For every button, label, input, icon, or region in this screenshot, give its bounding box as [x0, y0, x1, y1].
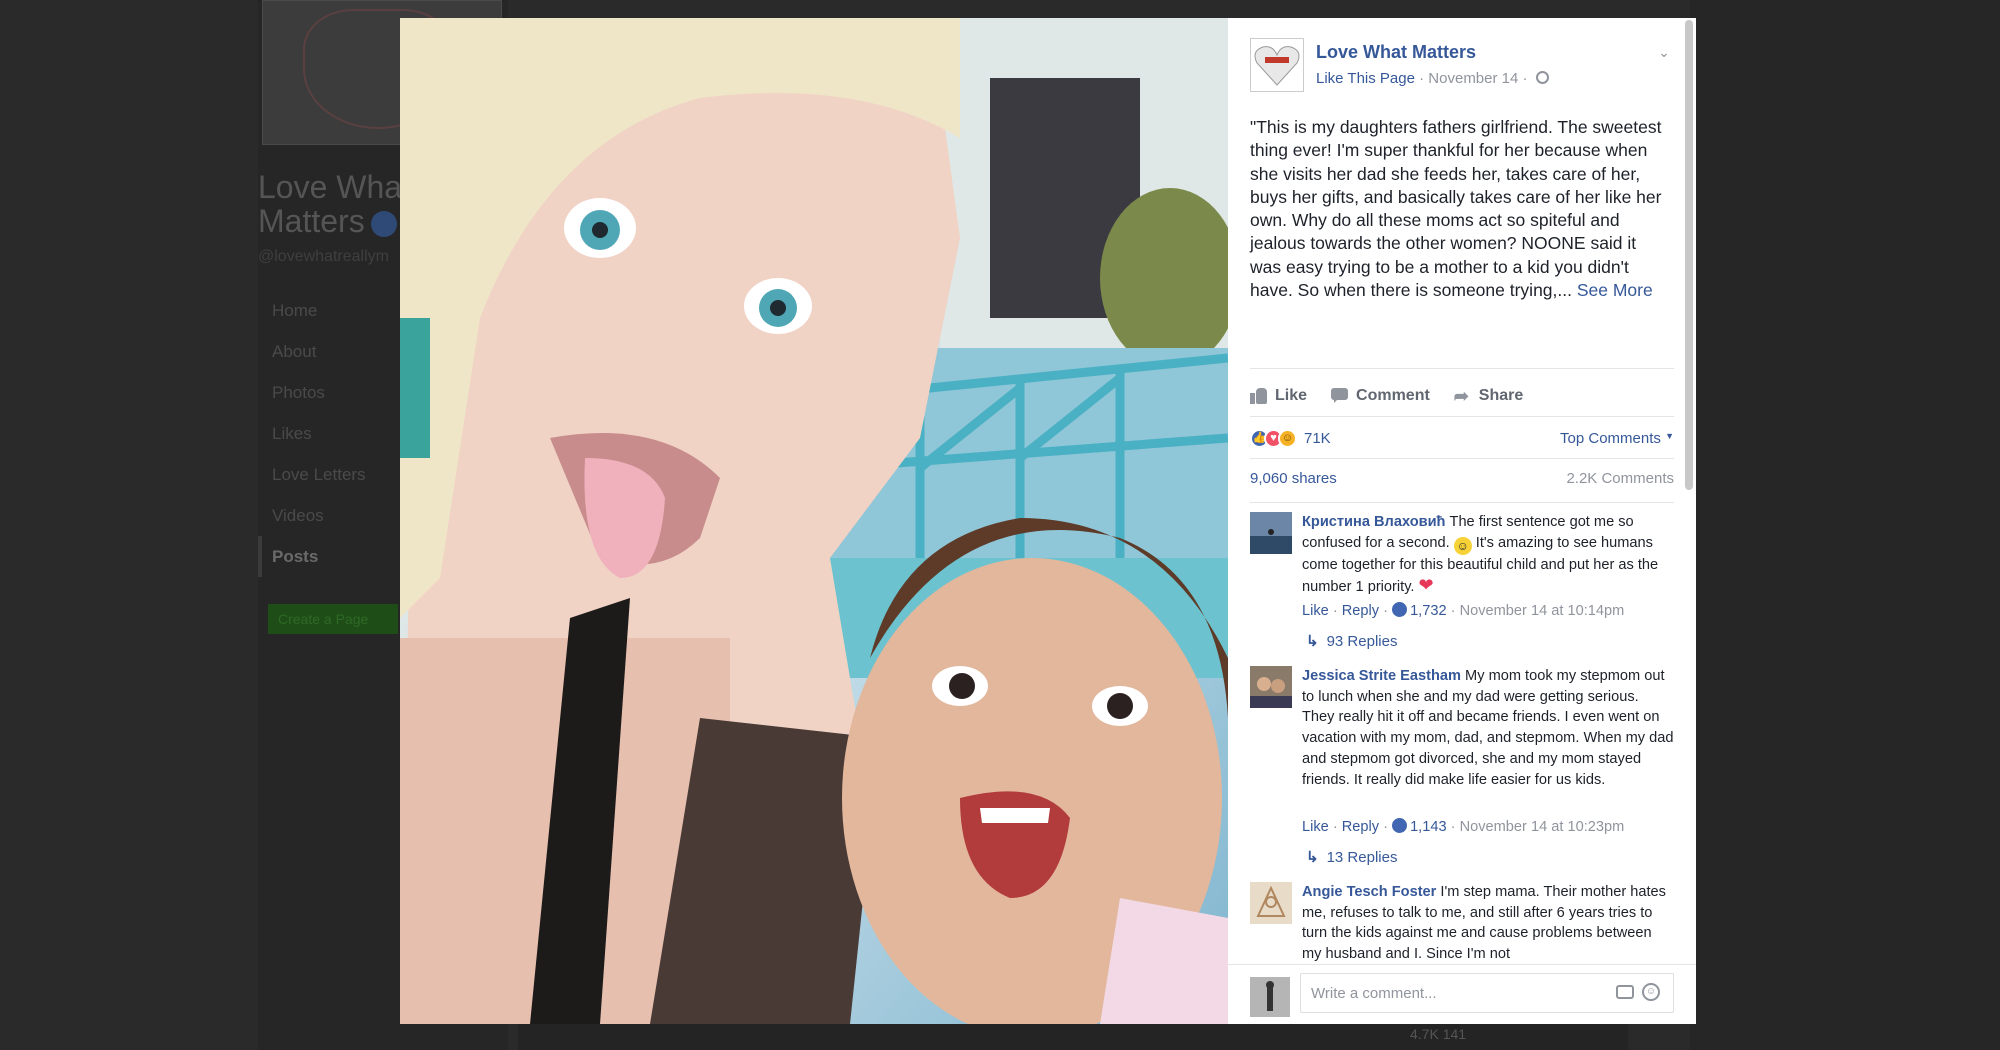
comment-body: Кристина Влаховић The first sentence got… [1302, 512, 1674, 598]
comment-like-count[interactable]: 1,143 [1410, 819, 1447, 835]
top-comments-label: Top Comments [1560, 430, 1661, 447]
comment-like-count[interactable]: 1,732 [1410, 603, 1447, 619]
comment-timestamp[interactable]: November 14 at 10:23pm [1460, 819, 1625, 835]
view-replies-link[interactable]: ↳ 13 Replies [1302, 848, 1397, 866]
comment-label: Comment [1356, 387, 1430, 404]
nav-item-likes[interactable]: Likes [258, 413, 398, 454]
avatar [1250, 977, 1290, 1017]
shares-comments-row: 9,060 shares 2.2K Comments [1250, 470, 1674, 494]
post-body: "This is my daughters fathers girlfriend… [1250, 117, 1662, 301]
meta-separator-2: · [1522, 70, 1532, 87]
background-handle: @lovewhatreallym [258, 248, 389, 265]
avatar[interactable] [1250, 882, 1292, 924]
comment-text: My mom took my stepmom out to lunch when… [1302, 668, 1674, 788]
replies-count: 93 Replies [1326, 633, 1398, 650]
reply-arrow-icon: ↳ [1306, 633, 1319, 650]
globe-icon [1535, 71, 1549, 84]
post-date[interactable]: November 14 [1428, 70, 1518, 87]
replies-count: 13 Replies [1326, 849, 1398, 866]
nav-item-posts[interactable]: Posts [258, 536, 398, 577]
post-photo[interactable] [400, 18, 1228, 1024]
comment-icon [1331, 388, 1349, 404]
page-name-link[interactable]: Love What Matters [1316, 42, 1476, 63]
nav-item-home[interactable]: Home [258, 290, 398, 331]
nav-item-about[interactable]: About [258, 331, 398, 372]
comment-item: Angie Tesch Foster I'm step mama. Their … [1250, 882, 1674, 964]
like-page-link[interactable]: Like This Page [1316, 70, 1415, 87]
comment-meta: Like · Reply · 1,732 · November 14 at 10… [1302, 602, 1625, 619]
heart-emoji-icon: ❤ [1418, 575, 1434, 596]
share-arrow-icon: ➦ [1453, 386, 1469, 406]
comment-like-link[interactable]: Like [1302, 603, 1329, 619]
view-replies-link[interactable]: ↳ 93 Replies [1302, 632, 1397, 650]
share-label: Share [1478, 387, 1524, 404]
comment-meta: Like · Reply · 1,143 · November 14 at 10… [1302, 818, 1625, 835]
divider [1250, 458, 1674, 459]
avatar[interactable] [1250, 512, 1292, 554]
commenter-name-link[interactable]: Jessica Strite Eastham [1302, 668, 1461, 684]
comment-button[interactable]: Comment [1331, 387, 1430, 405]
thumbs-up-icon [1250, 388, 1268, 404]
post-meta: Like This Page · November 14 · [1316, 70, 1549, 87]
like-label: Like [1275, 387, 1308, 404]
reply-arrow-icon: ↳ [1306, 849, 1319, 866]
comment-reply-link[interactable]: Reply [1342, 819, 1379, 835]
divider [1250, 502, 1674, 503]
avatar[interactable] [1250, 666, 1292, 708]
sidebar-scrollbar[interactable] [1685, 20, 1693, 490]
comment-like-link[interactable]: Like [1302, 819, 1329, 835]
reactions-summary[interactable]: 👍 ♥ ☺ 71K Top Comments ▼ [1250, 424, 1674, 452]
heart-logo-icon [1254, 46, 1300, 86]
photo-viewer-modal: Love What Matters Like This Page · Novem… [400, 18, 1696, 1024]
page-avatar[interactable] [1250, 38, 1304, 92]
haha-reaction-icon: ☺ [1278, 428, 1297, 448]
commenter-name-link[interactable]: Angie Tesch Foster [1302, 884, 1436, 900]
nav-item-videos[interactable]: Videos [258, 495, 398, 536]
smile-emoji-icon: ☺ [1453, 536, 1472, 555]
comment-timestamp[interactable]: November 14 at 10:14pm [1460, 603, 1625, 619]
top-comments-dropdown[interactable]: Top Comments ▼ [1560, 430, 1674, 447]
shares-count-link[interactable]: 9,060 shares [1250, 470, 1337, 487]
like-count-icon [1392, 818, 1408, 833]
post-actions: Like Comment ➦ Share [1250, 376, 1674, 416]
like-count-icon [1392, 602, 1408, 617]
emoji-icon[interactable]: ☺ [1642, 983, 1660, 1001]
see-more-link[interactable]: See More [1577, 280, 1653, 300]
comment-body: Jessica Strite Eastham My mom took my st… [1302, 666, 1674, 790]
divider [1250, 368, 1674, 369]
share-button[interactable]: ➦ Share [1454, 387, 1523, 405]
verified-badge-icon [370, 210, 397, 237]
meta-separator: · [1419, 70, 1429, 87]
background-right-column [1690, 0, 2000, 1050]
like-button[interactable]: Like [1250, 387, 1307, 405]
camera-icon[interactable] [1616, 985, 1634, 999]
comment-composer: ☺ [1228, 964, 1696, 1024]
caret-down-icon: ▼ [1665, 431, 1674, 441]
chevron-down-icon[interactable]: ⌄ [1654, 44, 1674, 64]
background-title-line1: Love Wha [258, 169, 403, 205]
post-text: "This is my daughters fathers girlfriend… [1250, 116, 1670, 302]
comments-count[interactable]: 2.2K Comments [1566, 470, 1674, 487]
background-nav: Home About Photos Likes Love Letters Vid… [258, 290, 398, 577]
nav-item-photos[interactable]: Photos [258, 372, 398, 413]
create-page-button[interactable]: Create a Page [268, 604, 398, 634]
background-title-line2: Matters [258, 203, 365, 239]
reactions-count[interactable]: 71K [1304, 430, 1331, 447]
background-bottom-stats: 4.7K 141 [1410, 1026, 1467, 1042]
comment-body: Angie Tesch Foster I'm step mama. Their … [1302, 882, 1674, 964]
divider [1250, 416, 1674, 417]
comment-reply-link[interactable]: Reply [1342, 603, 1379, 619]
post-sidebar: Love What Matters Like This Page · Novem… [1228, 18, 1696, 1024]
background-page-title: Love Wha Matters [258, 170, 402, 238]
commenter-name-link[interactable]: Кристина Влаховић [1302, 514, 1445, 530]
photo-illustration [400, 18, 1228, 1024]
nav-item-love-letters[interactable]: Love Letters [258, 454, 398, 495]
